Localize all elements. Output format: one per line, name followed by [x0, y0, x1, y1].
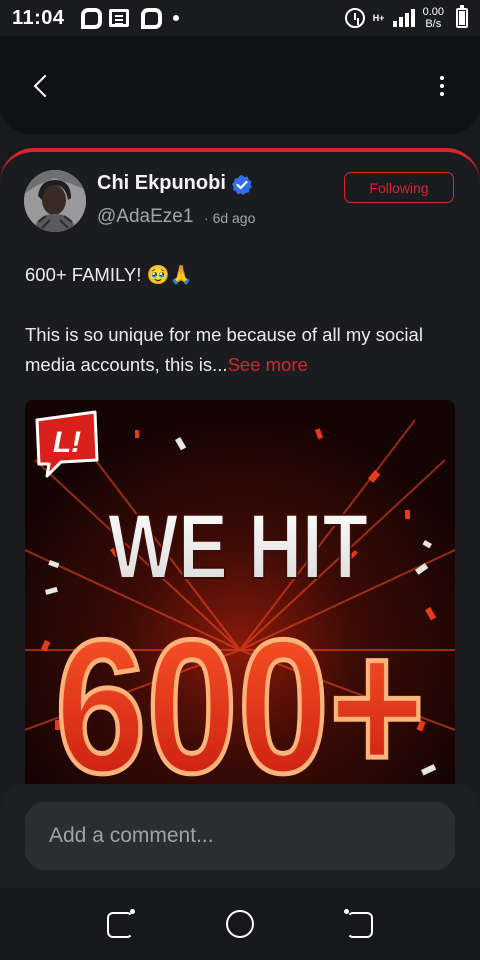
- separator: ·: [204, 210, 209, 226]
- following-button[interactable]: Following: [344, 172, 454, 203]
- post-body-text: This is so unique for me because of all …: [25, 324, 423, 375]
- post-card: Chi Ekpunobi @AdaEze1 · 6d ago Following…: [0, 148, 480, 848]
- post-body: This is so unique for me because of all …: [25, 320, 455, 380]
- back-button[interactable]: [22, 66, 62, 106]
- p-app-icon: [79, 7, 102, 29]
- system-nav-bar: [0, 888, 480, 960]
- network-type: H+: [372, 12, 385, 23]
- more-options-button[interactable]: [428, 72, 456, 100]
- signal-icon: [392, 9, 415, 27]
- speed-unit: B/s: [425, 18, 442, 30]
- comment-bar: [0, 784, 480, 888]
- chevron-left-icon: [33, 74, 57, 98]
- network-speed: 0.00 B/s: [423, 6, 444, 30]
- author-handle[interactable]: @AdaEze1: [97, 206, 193, 228]
- status-time: 11:04: [12, 6, 65, 29]
- recent-apps-icon[interactable]: [107, 909, 135, 938]
- author-name[interactable]: Chi Ekpunobi: [97, 172, 226, 195]
- alarm-icon: [344, 8, 365, 28]
- post-title-line: 600+ FAMILY! 🥹🙏: [25, 264, 193, 285]
- status-bar: 11:04 H+ 0.00 B/s: [0, 0, 480, 36]
- p-app-icon: [139, 7, 162, 29]
- more-vertical-icon: [440, 76, 444, 80]
- image-headline: WE HIT: [108, 496, 368, 598]
- post-text: 600+ FAMILY! 🥹🙏 This is so unique for me…: [25, 260, 455, 380]
- home-icon[interactable]: [226, 910, 254, 938]
- post-time: · 6d ago: [204, 210, 255, 226]
- back-nav-icon[interactable]: [344, 909, 373, 938]
- badge-text: L!: [53, 426, 81, 459]
- verified-icon: [232, 175, 252, 195]
- post-image[interactable]: L! WE HIT 600+: [25, 400, 455, 800]
- system-icons: H+ 0.00 B/s: [344, 5, 468, 30]
- speed-value: 0.00: [422, 6, 444, 18]
- app-header: [0, 36, 480, 134]
- battery-icon: [456, 5, 468, 28]
- dot-icon: [172, 15, 179, 21]
- notification-icons: [79, 7, 179, 29]
- news-icon: [108, 9, 129, 27]
- time-ago: 6d ago: [212, 210, 256, 226]
- comment-input[interactable]: [25, 802, 455, 870]
- see-more-link[interactable]: See more: [228, 354, 308, 375]
- image-number: 600+: [55, 601, 425, 800]
- avatar[interactable]: [24, 170, 86, 232]
